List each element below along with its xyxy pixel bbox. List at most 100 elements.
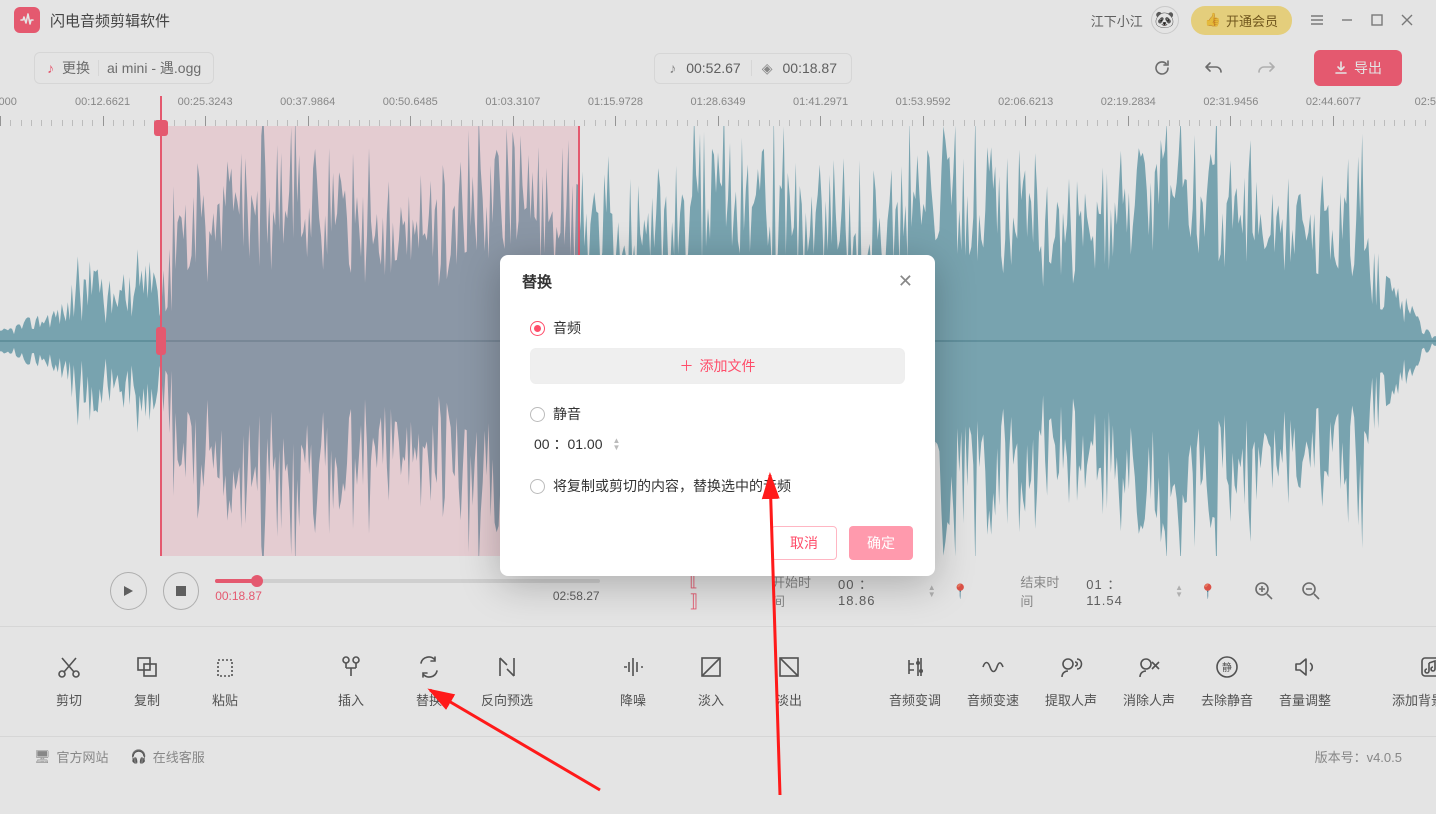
zoom-out-button[interactable] [1295,575,1326,607]
music-note-icon: ♪ [669,60,676,76]
option-audio[interactable]: 音频 [530,308,905,348]
minimize-button[interactable] [1332,5,1362,35]
tool-paste[interactable]: 粘贴 [186,654,264,709]
redo-button[interactable] [1248,50,1284,86]
shield-icon: ◈ [762,60,773,77]
svg-text:静: 静 [1222,661,1232,674]
ruler-label: 01:53.9592 [896,96,951,108]
pitch-icon [902,654,928,680]
tool-remove-voice[interactable]: 消除人声 [1110,654,1188,709]
paste-icon [212,654,238,680]
avatar[interactable]: 🐼 [1151,6,1179,34]
tool-volume[interactable]: 音量调整 [1266,654,1344,709]
time-chip: ♪ 00:52.67 ◈ 00:18.87 [654,53,852,84]
ruler-label: 02:44.6077 [1306,96,1361,108]
remove-silence-icon: 静 [1214,654,1240,680]
ruler-label: 00:50.6485 [383,96,438,108]
menu-button[interactable] [1302,5,1332,35]
tool-cut[interactable]: 剪切 [30,654,108,709]
end-time-label: 结束时间 [1020,572,1070,610]
tool-bgm[interactable]: 添加背景音乐 [1392,654,1436,709]
ruler-label: 02:57.26 [1415,96,1436,108]
headset-icon: 🎧 [131,749,147,765]
ruler-label: 02:06.6213 [998,96,1053,108]
tool-extract-voice[interactable]: 提取人声 [1032,654,1110,709]
tool-label: 复制 [134,690,160,709]
copy-icon [134,654,160,680]
maximize-button[interactable] [1362,5,1392,35]
support-link[interactable]: 🎧在线客服 [131,747,205,766]
official-site-link[interactable]: 🖥官方网站 [34,747,109,766]
volume-icon [1292,654,1318,680]
progress-knob[interactable] [251,575,263,587]
start-time-value[interactable]: 00 ：18.86 [838,574,908,608]
app-title: 闪电音频剪辑软件 [50,10,170,31]
tool-label: 消除人声 [1123,690,1175,709]
ruler-label: 02:31.9456 [1203,96,1258,108]
close-icon[interactable]: ✕ [898,271,913,292]
silence-time-value[interactable]: 00 ：01.00 [534,434,603,454]
radio-icon [530,321,545,336]
silence-time-stepper[interactable]: ▲▼ [613,437,621,451]
pin-end-icon[interactable]: 📍 [1199,583,1216,600]
ruler-label: 01:03.3107 [485,96,540,108]
tool-label: 剪切 [56,690,82,709]
export-label: 导出 [1354,58,1382,78]
app-logo [14,7,40,33]
annotation-arrow [760,465,820,810]
total-time: 00:52.67 [686,60,741,76]
tool-remove-silence[interactable]: 静去除静音 [1188,654,1266,709]
annotation-arrow [420,480,780,805]
option-silence[interactable]: 静音 [530,394,905,434]
dialog-title: 替换 [522,271,552,292]
tool-label: 插入 [338,690,364,709]
voice-remove-icon [1136,654,1162,680]
file-chip[interactable]: ♪ 更换 ai mini - 遇.ogg [34,52,214,84]
ruler-label: 00:12.6621 [75,96,130,108]
ruler-label: 00:25.3243 [178,96,233,108]
tool-label: 音量调整 [1279,690,1331,709]
pin-start-icon[interactable]: 📍 [952,583,969,600]
stop-button[interactable] [163,572,200,610]
cursor-time: 00:18.87 [783,60,838,76]
tool-label: 粘贴 [212,690,238,709]
tool-label: 提取人声 [1045,690,1097,709]
ok-button[interactable]: 确定 [849,526,913,560]
undo-button[interactable] [1196,50,1232,86]
tool-label: 音频变调 [889,690,941,709]
playhead[interactable] [160,96,162,556]
tool-copy[interactable]: 复制 [108,654,186,709]
insert-icon [338,654,364,680]
ruler-label: 02:19.2834 [1101,96,1156,108]
current-time: 00:18.87 [215,589,262,603]
ruler-label: 01:28.6349 [690,96,745,108]
scissors-icon [56,654,82,680]
start-time-stepper[interactable]: ▲▼ [928,584,936,598]
end-time-value[interactable]: 01 ：11.54 [1086,574,1155,608]
change-file-label: 更换 [62,58,90,78]
speed-icon [980,654,1006,680]
tool-label: 去除静音 [1201,690,1253,709]
tool-speed[interactable]: 音频变速 [954,654,1032,709]
tool-label: 添加背景音乐 [1392,690,1436,709]
ruler-label: 0.0000 [0,96,17,108]
refresh-button[interactable] [1144,50,1180,86]
bgm-icon [1418,654,1436,680]
voice-extract-icon [1058,654,1084,680]
add-file-button[interactable]: ＋添加文件 [530,348,905,384]
zoom-in-button[interactable] [1249,575,1280,607]
play-button[interactable] [110,572,147,610]
tool-label: 音频变速 [967,690,1019,709]
tool-pitch[interactable]: 音频变调 [876,654,954,709]
ruler-label: 00:37.9864 [280,96,335,108]
export-button[interactable]: 导出 [1314,50,1402,86]
close-button[interactable] [1392,5,1422,35]
vip-button[interactable]: 👍 开通会员 [1191,6,1292,35]
monitor-icon: 🖥 [34,749,51,765]
ruler-label: 01:41.2971 [793,96,848,108]
tool-insert[interactable]: 插入 [312,654,390,709]
user-name[interactable]: 江下小江 [1091,11,1143,30]
version: 版本号：v4.0.5 [1315,747,1402,766]
file-name: ai mini - 遇.ogg [107,58,201,78]
end-time-stepper[interactable]: ▲▼ [1175,584,1183,598]
